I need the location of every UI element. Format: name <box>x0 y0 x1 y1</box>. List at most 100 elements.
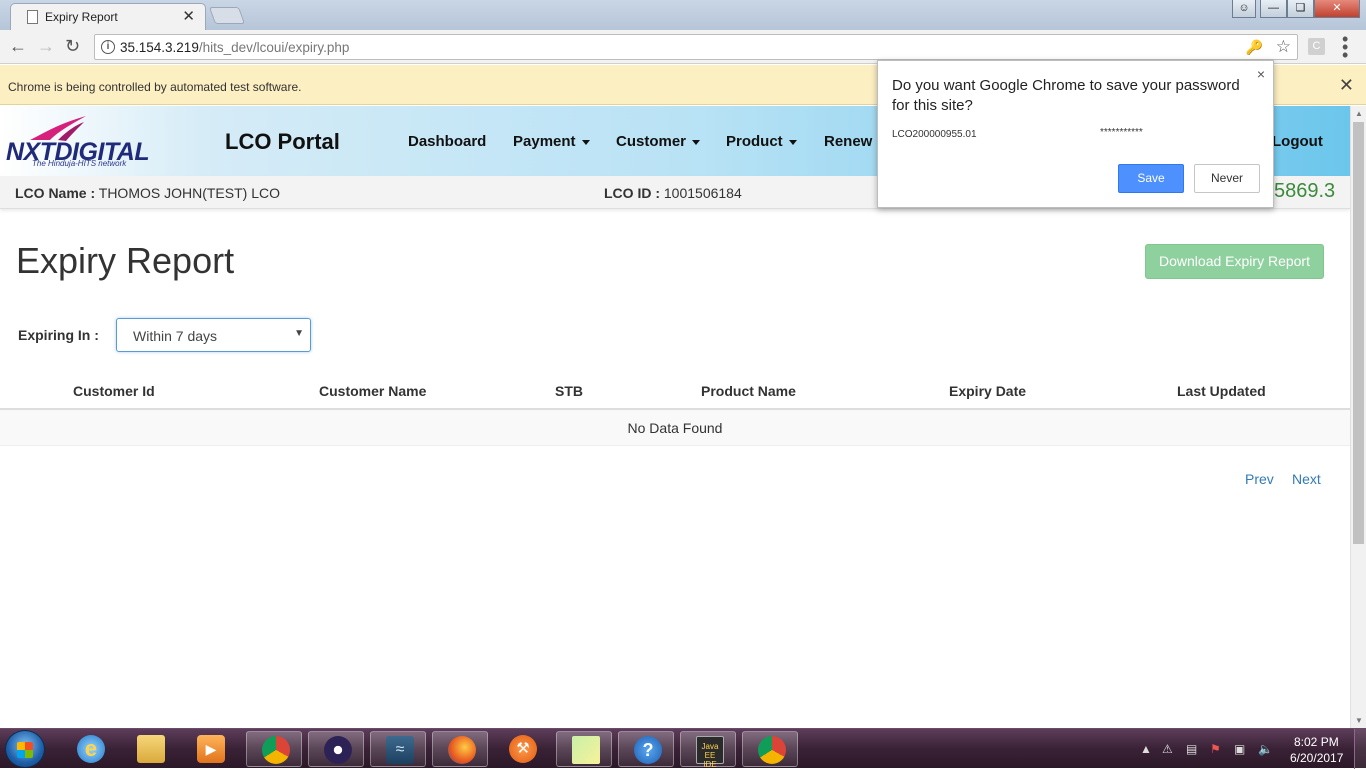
network-warning-icon[interactable]: ⚠ <box>1162 742 1173 756</box>
sticky-notes-icon <box>572 736 600 764</box>
extension-icon[interactable]: C <box>1308 38 1325 55</box>
maximize-icon[interactable]: ❏ <box>1287 0 1314 18</box>
firefox-icon <box>448 736 476 764</box>
address-bar[interactable]: i 35.154.3.219/hits_dev/lcoui/expiry.php… <box>94 34 1298 60</box>
reload-icon[interactable]: ↻ <box>65 37 80 55</box>
clock-time[interactable]: 8:02 PM <box>1294 735 1339 749</box>
nav-label: Payment <box>513 133 576 150</box>
lco-id-value: 1001506184 <box>663 185 742 201</box>
lco-name-value: THOMOS JOHN(TEST) LCO <box>98 185 280 201</box>
save-password-button[interactable]: Save <box>1118 164 1184 193</box>
nav-payment[interactable]: Payment <box>513 133 590 150</box>
taskbar-chrome-2[interactable] <box>742 731 798 767</box>
taskbar-help[interactable]: ? <box>618 731 674 767</box>
taskbar-firefox[interactable] <box>432 731 488 767</box>
scrollbar-thumb[interactable] <box>1353 122 1364 544</box>
scroll-up-arrow-icon[interactable]: ▲ <box>1355 109 1363 118</box>
expiring-in-select[interactable]: Within 7 days ▼ <box>116 318 311 352</box>
volume-icon[interactable]: 🔈 <box>1258 742 1273 756</box>
url-text: 35.154.3.219/hits_dev/lcoui/expiry.php <box>120 40 349 55</box>
taskbar-internet-explorer[interactable]: e <box>62 731 118 767</box>
nav-dashboard[interactable]: Dashboard <box>408 133 486 150</box>
taskbar-file-explorer[interactable] <box>122 731 178 767</box>
taskbar-sticky-notes[interactable] <box>556 731 612 767</box>
show-hidden-icons-icon[interactable]: ▲ <box>1140 742 1152 756</box>
nav-logout[interactable]: Logout <box>1272 133 1323 150</box>
scroll-down-arrow-icon[interactable]: ▼ <box>1355 716 1363 725</box>
flag-alert-icon[interactable]: ⚑ <box>1210 742 1221 756</box>
column-header-customer-name[interactable]: Customer Name <box>319 383 426 399</box>
expiring-in-label: Expiring In : <box>18 327 99 343</box>
column-header-expiry-date[interactable]: Expiry Date <box>949 383 1026 399</box>
tab-title: Expiry Report <box>45 10 118 24</box>
balance-amount: 5869.3 <box>1274 180 1336 202</box>
save-password-dialog: Do you want Google Chrome to save your p… <box>877 60 1274 208</box>
column-header-product-name[interactable]: Product Name <box>701 383 796 399</box>
windows-logo-icon <box>17 742 33 758</box>
forward-arrow-icon[interactable]: → <box>37 37 55 55</box>
caret-down-icon <box>692 139 701 145</box>
lco-id: LCO ID : 1001506184 <box>604 185 742 201</box>
taskbar-tool[interactable]: ⚒ <box>494 731 550 767</box>
page-scrollbar[interactable]: ▲ ▼ <box>1350 106 1366 728</box>
show-desktop-button[interactable] <box>1354 729 1366 769</box>
select-value: Within 7 days <box>133 328 218 344</box>
taskbar-eclipse[interactable] <box>308 731 364 767</box>
user-profile-icon[interactable]: ☺ <box>1232 0 1256 18</box>
column-header-last-updated[interactable]: Last Updated <box>1177 383 1266 399</box>
help-icon: ? <box>634 736 662 764</box>
eclipse-icon <box>324 736 352 764</box>
folder-icon <box>137 735 165 763</box>
device-icon[interactable]: ▣ <box>1234 742 1245 756</box>
saved-password-mask: *********** <box>1100 127 1143 138</box>
save-password-question: Do you want Google Chrome to save your p… <box>892 77 1240 114</box>
caret-down-icon <box>788 139 797 145</box>
download-expiry-report-button[interactable]: Download Expiry Report <box>1145 244 1324 279</box>
browser-toolbar: ← → ↻ i 35.154.3.219/hits_dev/lcoui/expi… <box>0 30 1366 64</box>
back-arrow-icon[interactable]: ← <box>9 37 27 55</box>
info-icon[interactable]: i <box>101 40 115 54</box>
lco-name-label: LCO Name : <box>15 185 96 201</box>
chrome-icon <box>758 736 786 764</box>
window-close-icon[interactable]: ✕ <box>1314 0 1360 18</box>
lco-id-label: LCO ID : <box>604 185 660 201</box>
new-tab-button[interactable] <box>208 7 246 24</box>
nxtdigital-logo[interactable]: NXTDIGITAL The Hinduja-HITS network <box>6 114 158 170</box>
clock-date[interactable]: 6/20/2017 <box>1290 751 1343 765</box>
column-header-customer-id[interactable]: Customer Id <box>73 383 155 399</box>
internet-explorer-icon: e <box>77 735 105 763</box>
nav-label: Logout <box>1272 133 1323 150</box>
never-save-button[interactable]: Never <box>1194 164 1260 193</box>
signal-icon[interactable]: ▤ <box>1186 742 1197 756</box>
infobar-close-icon[interactable]: ✕ <box>1339 75 1354 96</box>
no-data-message: No Data Found <box>627 420 723 436</box>
media-player-icon: ▶ <box>197 735 225 763</box>
taskbar-mysql[interactable]: ≈ <box>370 731 426 767</box>
nav-product[interactable]: Product <box>726 133 797 150</box>
browser-tab-expiry-report[interactable]: Expiry Report ✕ <box>10 3 206 31</box>
page-icon <box>27 10 38 24</box>
url-path: /hits_dev/lcoui/expiry.php <box>198 40 350 55</box>
taskbar-chrome[interactable] <box>246 731 302 767</box>
prev-page-link[interactable]: Prev <box>1245 471 1274 487</box>
bookmark-star-icon[interactable]: ☆ <box>1276 37 1291 57</box>
nav-customer[interactable]: Customer <box>616 133 701 150</box>
next-page-link[interactable]: Next <box>1292 471 1321 487</box>
taskbar-java-ee-ide[interactable]: Java EE IDE <box>680 731 736 769</box>
portal-title: LCO Portal <box>225 129 340 154</box>
minimize-icon[interactable]: — <box>1260 0 1287 18</box>
dropdown-arrow-icon: ▼ <box>294 328 304 339</box>
taskbar-media-player[interactable]: ▶ <box>182 731 238 767</box>
start-button[interactable] <box>5 730 45 768</box>
saved-username: LCO200000955.01 <box>892 129 977 140</box>
tab-close-icon[interactable]: ✕ <box>182 7 195 25</box>
column-header-stb[interactable]: STB <box>555 383 583 399</box>
nav-label: Customer <box>616 133 687 150</box>
nav-label: Renew <box>824 133 873 150</box>
mysql-dolphin-icon: ≈ <box>386 736 414 764</box>
browser-titlebar: Expiry Report ✕ ☺ — ❏ ✕ <box>0 0 1366 31</box>
chrome-icon <box>262 736 290 764</box>
key-icon[interactable]: 🔑 <box>1246 39 1263 56</box>
chrome-menu-icon[interactable]: • • • <box>1342 30 1348 64</box>
dialog-close-icon[interactable]: × <box>1257 66 1265 82</box>
